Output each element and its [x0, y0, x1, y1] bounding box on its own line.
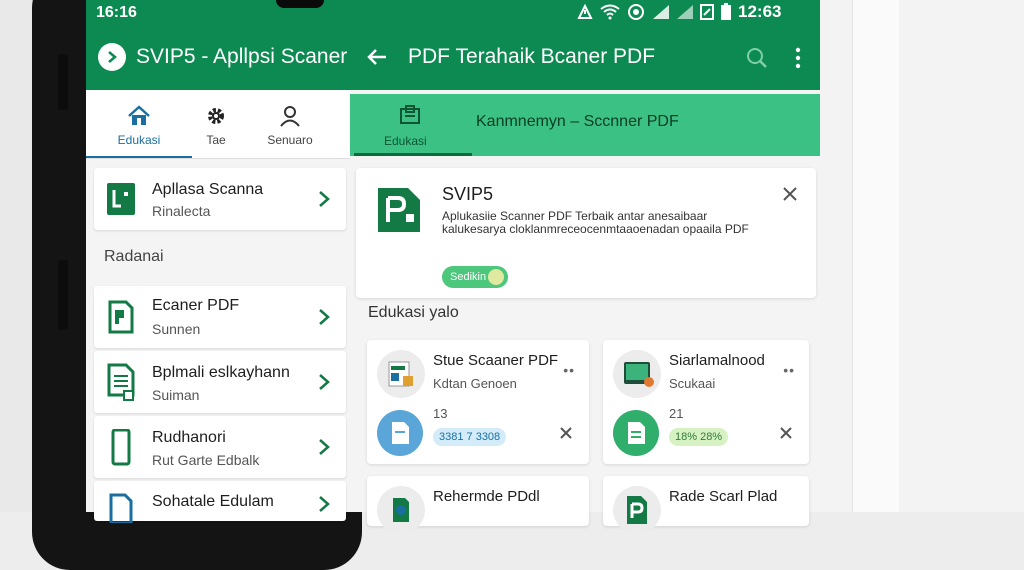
wifi-icon: [600, 4, 620, 20]
list-item-title: Rudhanori: [152, 429, 226, 446]
tab-label: Tae: [206, 133, 226, 147]
tab-senuaro[interactable]: Senuaro: [248, 90, 332, 158]
list-item[interactable]: Ecaner PDF Sunnen: [94, 286, 346, 348]
grid-card-count: 21: [669, 406, 684, 421]
close-icon[interactable]: [559, 426, 573, 440]
grid-card-title: Siarlamalnood: [669, 352, 765, 369]
left-tab-bar: Edukasi Tae Senuaro: [86, 90, 350, 159]
hotspot-icon: [628, 4, 644, 20]
grid-card[interactable]: Rehermde PDdl: [367, 476, 589, 534]
tablet-illustration-icon: [613, 350, 661, 398]
section-label: Radanai: [104, 248, 164, 265]
back-arrow-icon[interactable]: [366, 47, 388, 67]
list-item-subtitle: Rut Garte Edbalk: [152, 452, 260, 468]
list-item-subtitle: Suiman: [152, 387, 200, 403]
sub-tab-underline: [354, 153, 472, 156]
list-item[interactable]: Sohatale Edulam: [94, 481, 346, 523]
list-item[interactable]: Rudhanori Rut Garte Edbalk: [94, 416, 346, 478]
left-app-title: SVIP5 - Apllpsi Scaner: [136, 45, 348, 68]
grid-card-subtitle: Kdtan Genoen: [433, 376, 517, 391]
leaf-icon: [488, 269, 505, 285]
close-icon[interactable]: [782, 186, 798, 202]
status-time: 16:16: [96, 4, 137, 21]
grid-card[interactable]: Siarlamalnood Scukaai •• 21 18% 28%: [603, 340, 809, 464]
tab-edukasi[interactable]: Edukasi: [86, 90, 192, 158]
sub-tab-label[interactable]: Edukasi: [384, 134, 427, 148]
stat-pill: 18% 28%: [669, 428, 729, 446]
camera-notch: [276, 0, 324, 8]
grid-card-subtitle: Scukaai: [669, 376, 716, 391]
chevron-right-icon: [319, 496, 330, 512]
nfc-icon: [577, 3, 593, 19]
status-clock: 12:63: [738, 2, 782, 21]
grid-card-title: Rehermde PDdl: [433, 488, 540, 505]
search-icon[interactable]: [746, 47, 768, 69]
phone-icon: [111, 429, 131, 466]
document-icon: [613, 410, 659, 456]
notification-icon: [700, 4, 714, 20]
list-item[interactable]: Apllasa Scanna Rinalecta: [94, 168, 346, 230]
chevron-right-icon: [108, 51, 117, 63]
list-item-subtitle: Sunnen: [152, 321, 201, 337]
list-item[interactable]: Bplmali eslkayhann Suiman: [94, 351, 346, 413]
app-detail-card: SVIP5 Aplukasiie Scanner PDF Terbaik ant…: [356, 168, 816, 298]
app-description: Aplukasiie Scanner PDF Terbaik antar ane…: [442, 209, 749, 236]
left-app-bar: SVIP5 - Apllpsi Scaner: [86, 27, 350, 90]
sub-title: Kanmnemyn – Sccnner PDF: [476, 113, 679, 130]
pdf-icon: [377, 486, 425, 534]
phone-volume-button: [58, 54, 68, 110]
chevron-right-icon: [319, 439, 330, 455]
chevron-right-icon: [319, 374, 330, 390]
phone-power-button: [58, 260, 68, 330]
signal-icon-2: [677, 5, 693, 19]
section-label: Edukasi yalo: [368, 304, 459, 321]
grid-card[interactable]: Rade Scarl Plad: [603, 476, 809, 534]
person-icon: [280, 106, 300, 127]
status-icons: 12:63: [576, 2, 781, 22]
tab-tae[interactable]: Tae: [192, 90, 240, 158]
tab-label: Senuaro: [267, 133, 313, 147]
list-item-title: Apllasa Scanna: [152, 181, 264, 198]
tab-label: Edukasi: [117, 133, 161, 147]
background-card: [852, 0, 899, 512]
grid-card-count: 13: [433, 406, 448, 421]
background-right: [820, 0, 1024, 512]
right-app-title: PDF Terahaik Bcaner PDF: [408, 45, 656, 68]
chevron-right-icon: [319, 309, 330, 325]
scanner-doc-icon: [107, 183, 135, 215]
more-options-icon[interactable]: [794, 47, 802, 69]
right-app-bar: PDF Terahaik Bcaner PDF: [350, 27, 820, 90]
app-name: SVIP5: [442, 184, 494, 204]
home-icon: [128, 105, 150, 125]
status-badge[interactable]: Sedikin: [442, 266, 509, 288]
scanner-icon: [400, 105, 420, 124]
close-icon[interactable]: [779, 426, 793, 440]
badge-label: Sedikin: [450, 271, 487, 283]
battery-icon: [721, 3, 731, 20]
app-logo[interactable]: [98, 43, 126, 71]
gear-icon: [208, 108, 224, 124]
app-icon: [378, 188, 420, 232]
tab-underline: [86, 156, 192, 158]
pdf-doc-icon: [108, 300, 134, 334]
chevron-right-icon: [319, 191, 330, 207]
signal-icon: [653, 5, 669, 19]
document-lines-icon: [107, 363, 135, 401]
grid-card-title: Stue Scaaner PDF: [433, 352, 559, 369]
list-item-subtitle: Rinalecta: [152, 203, 211, 219]
more-icon[interactable]: ••: [783, 362, 795, 378]
scanner-illustration-icon: [377, 350, 425, 398]
document-icon: [109, 493, 133, 523]
grid-card-title: Rade Scarl Plad: [669, 488, 778, 505]
stat-pill: 3381 7 3308: [433, 428, 507, 446]
list-item-title: Sohatale Edulam: [152, 493, 274, 510]
list-item-title: Ecaner PDF: [152, 297, 240, 314]
grid-card[interactable]: Stue Scaaner PDF Kdtan Genoen •• 13 3381…: [367, 340, 589, 464]
sub-tab-bar: Edukasi Kanmnemyn – Sccnner PDF: [350, 94, 820, 156]
list-item-title: Bplmali eslkayhann: [152, 364, 290, 381]
pdf-icon: [613, 486, 661, 534]
background-left: [0, 0, 34, 512]
more-icon[interactable]: ••: [563, 362, 575, 378]
document-icon: [377, 410, 423, 456]
